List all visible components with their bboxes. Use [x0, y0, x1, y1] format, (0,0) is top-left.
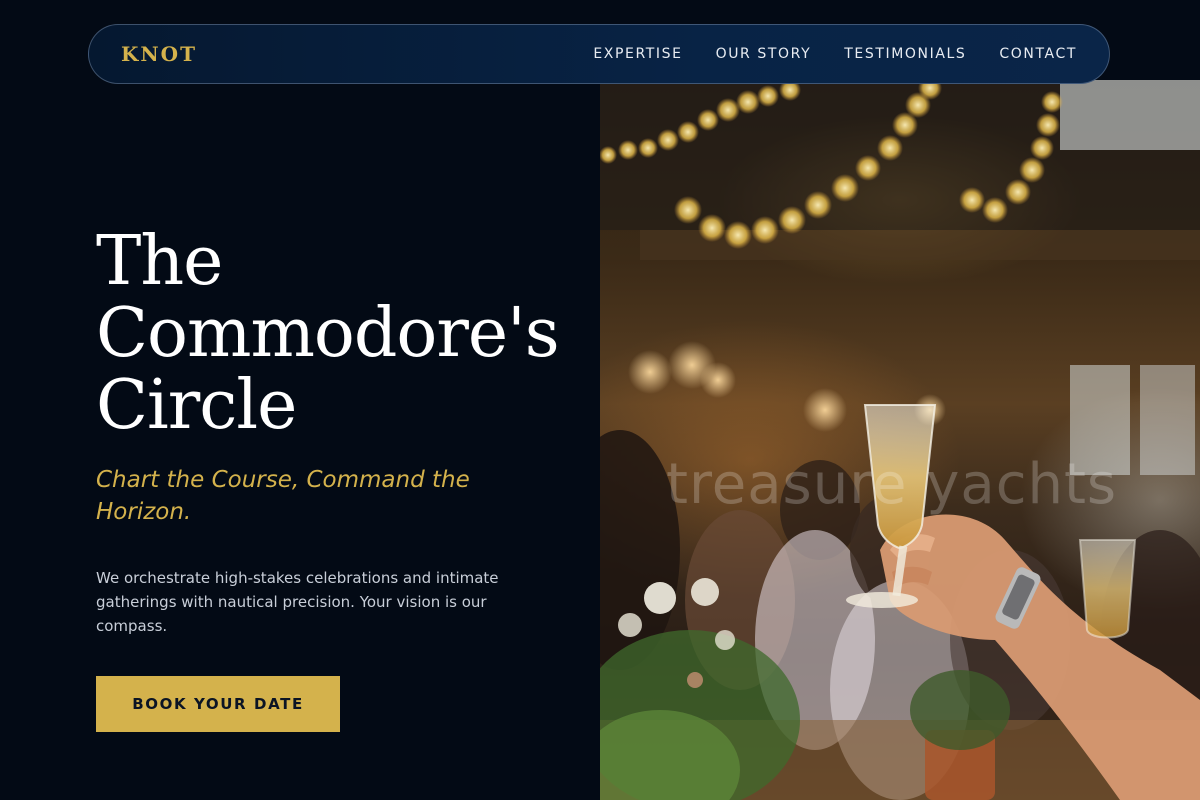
hero-tagline: Chart the Course, Command the Horizon. [96, 467, 470, 525]
hero-image: treasure yachts [600, 80, 1200, 800]
hero-section: The Commodore's Circle Chart the Course,… [96, 226, 576, 638]
book-your-date-button[interactable]: BOOK YOUR DATE [96, 676, 340, 732]
nav-link-testimonials[interactable]: TESTIMONIALS [844, 46, 966, 62]
image-watermark: treasure yachts [666, 452, 1118, 517]
brand-logo[interactable]: KNOT [121, 42, 197, 66]
hero-title-line: The [96, 222, 223, 301]
nav-link-expertise[interactable]: EXPERTISE [593, 46, 682, 62]
hero-image-art [600, 80, 1200, 800]
hero-title-line: Circle [96, 366, 297, 445]
nav-links: EXPERTISE OUR STORY TESTIMONIALS CONTACT [593, 46, 1077, 62]
nav-link-our-story[interactable]: OUR STORY [716, 46, 812, 62]
hero-title: The Commodore's Circle [96, 226, 576, 442]
nav-link-contact[interactable]: CONTACT [999, 46, 1077, 62]
hero-description: We orchestrate high-stakes celebrations … [96, 569, 499, 635]
hero-title-line: Commodore's [96, 294, 560, 373]
top-navbar: KNOT EXPERTISE OUR STORY TESTIMONIALS CO… [88, 24, 1110, 84]
